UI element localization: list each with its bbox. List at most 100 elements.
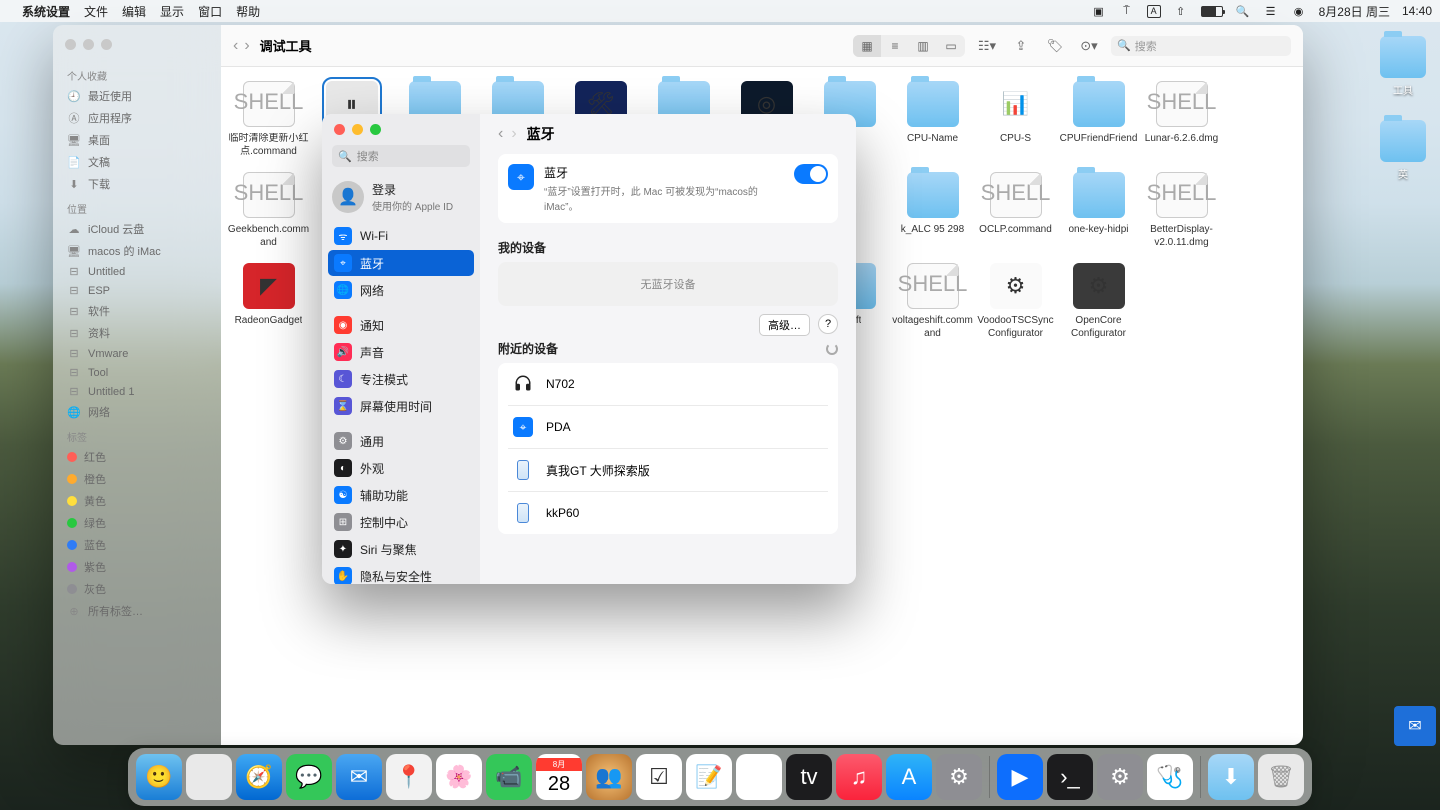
zoom-button[interactable]	[370, 124, 381, 135]
view-switcher[interactable]: ▦ ≡ ▥ ▭	[853, 35, 965, 57]
list-view-button[interactable]: ≡	[881, 35, 909, 57]
dock-facetime[interactable]: 📹	[486, 754, 532, 800]
nearby-device[interactable]: 真我GT 大师探索版	[508, 449, 828, 492]
nearby-device[interactable]: N702	[508, 363, 828, 406]
sidebar-item[interactable]: ⊟Untitled	[53, 262, 221, 281]
settings-row[interactable]: ⚙通用	[328, 428, 474, 454]
menubar-app[interactable]: 系统设置	[22, 3, 70, 20]
dock-launchpad[interactable]	[186, 754, 232, 800]
menu-help[interactable]: 帮助	[236, 3, 260, 20]
settings-row[interactable]: ⊞控制中心	[328, 509, 474, 535]
settings-row[interactable]: 🔊声音	[328, 339, 474, 365]
dock-app-3[interactable]: 🩺	[1147, 754, 1193, 800]
settings-row[interactable]: 🌐网络	[328, 277, 474, 303]
input-source-icon[interactable]: A	[1147, 5, 1161, 18]
desktop-folder-2[interactable]: 英	[1370, 120, 1436, 181]
dock-terminal[interactable]: ›_	[1047, 754, 1093, 800]
finder-item[interactable]: SHELL临时清除更新小红点.command	[227, 81, 310, 158]
sidebar-item[interactable]: 🖥桌面	[53, 129, 221, 151]
menu-window[interactable]: 窗口	[198, 3, 222, 20]
spotlight-icon[interactable]: 🔍	[1235, 4, 1251, 18]
menubar-extra-3[interactable]: ◉	[1291, 4, 1307, 18]
close-button[interactable]	[334, 124, 345, 135]
column-view-button[interactable]: ▥	[909, 35, 937, 57]
sidebar-tag[interactable]: 黄色	[53, 490, 221, 512]
dock-app-2[interactable]: ⚙	[1097, 754, 1143, 800]
menubar-extra-2[interactable]: ⇧	[1173, 4, 1189, 18]
dock-tv[interactable]: tv	[786, 754, 832, 800]
settings-row[interactable]: ☾专注模式	[328, 366, 474, 392]
back-button[interactable]: ‹	[233, 37, 238, 55]
settings-row[interactable]: ⌖蓝牙	[328, 250, 474, 276]
dock-calendar[interactable]: 8月 28	[536, 754, 582, 800]
sidebar-tag[interactable]: 紫色	[53, 556, 221, 578]
finder-item[interactable]: ⚙OpenCore Configurator	[1057, 263, 1140, 340]
dock-music[interactable]: ♫	[836, 754, 882, 800]
sidebar-item[interactable]: ⊟软件	[53, 300, 221, 322]
settings-row[interactable]: ◐外观	[328, 455, 474, 481]
dock-appstore[interactable]: A	[886, 754, 932, 800]
finder-item[interactable]: CPU-Name	[891, 81, 974, 158]
sidebar-item[interactable]: ⊟ESP	[53, 281, 221, 300]
settings-search[interactable]: 🔍 搜索	[332, 145, 470, 167]
sidebar-item[interactable]: 🖥macos 的 iMac	[53, 240, 221, 262]
group-button[interactable]: ☷▾	[975, 35, 999, 57]
sidebar-tag[interactable]: 灰色	[53, 578, 221, 600]
sidebar-tag[interactable]: 红色	[53, 446, 221, 468]
forward-button[interactable]: ›	[244, 37, 249, 55]
dock-notes[interactable]: 📝	[686, 754, 732, 800]
nearby-device[interactable]: kkP60	[508, 492, 828, 534]
dock-mail[interactable]: ✉	[336, 754, 382, 800]
menu-edit[interactable]: 编辑	[122, 3, 146, 20]
settings-row[interactable]: ᯤWi-Fi	[328, 223, 474, 249]
sidebar-item[interactable]: ⊟资料	[53, 322, 221, 344]
control-center-icon[interactable]: ☰	[1263, 4, 1279, 18]
dock-trash[interactable]: 🗑	[1258, 754, 1304, 800]
gallery-view-button[interactable]: ▭	[937, 35, 965, 57]
finder-item[interactable]: SHELLLunar-6.2.6.dmg	[1140, 81, 1223, 158]
finder-item[interactable]: ⚙VoodooTSCSync Configurator	[974, 263, 1057, 340]
finder-search[interactable]: 🔍 搜索	[1111, 36, 1291, 56]
battery-icon[interactable]	[1201, 6, 1223, 17]
sidebar-item[interactable]: 🕘最近使用	[53, 85, 221, 107]
settings-row[interactable]: ◉通知	[328, 312, 474, 338]
finder-item[interactable]: ◤RadeonGadget	[227, 263, 310, 340]
menu-view[interactable]: 显示	[160, 3, 184, 20]
dock-app-1[interactable]: ▶	[997, 754, 1043, 800]
settings-row[interactable]: ⌛屏幕使用时间	[328, 393, 474, 419]
close-button[interactable]	[65, 39, 76, 50]
dock-messages[interactable]: 💬	[286, 754, 332, 800]
dock-maps[interactable]: 📍	[386, 754, 432, 800]
sidebar-tag[interactable]: 蓝色	[53, 534, 221, 556]
sidebar-item[interactable]: ⊟Tool	[53, 363, 221, 382]
dock-contacts[interactable]: 👥	[586, 754, 632, 800]
back-button[interactable]: ‹	[498, 125, 503, 143]
dock-reminders[interactable]: ☑	[636, 754, 682, 800]
dock-system-settings[interactable]: ⚙	[936, 754, 982, 800]
menubar-script-icon[interactable]: ⍑	[1119, 4, 1135, 18]
menubar-extra-1[interactable]: ▣	[1091, 4, 1107, 18]
settings-row[interactable]: ☯辅助功能	[328, 482, 474, 508]
sidebar-tag[interactable]: 绿色	[53, 512, 221, 534]
minimize-button[interactable]	[352, 124, 363, 135]
advanced-button[interactable]: 高级…	[759, 314, 810, 336]
zoom-button[interactable]	[101, 39, 112, 50]
dock-photos[interactable]: 🌸	[436, 754, 482, 800]
sidebar-item[interactable]: ⊟Vmware	[53, 344, 221, 363]
share-button[interactable]: ⇪	[1009, 35, 1033, 57]
sidebar-item[interactable]: 🌐网络	[53, 401, 221, 423]
menu-file[interactable]: 文件	[84, 3, 108, 20]
sidebar-item[interactable]: Ⓐ应用程序	[53, 107, 221, 129]
apple-id-signin[interactable]: 👤 登录 使用你的 Apple ID	[322, 175, 480, 223]
finder-item[interactable]: SHELLGeekbench.command	[227, 172, 310, 249]
desktop-widget[interactable]: ✉	[1394, 706, 1436, 746]
nearby-device[interactable]: ⌖PDA	[508, 406, 828, 449]
sidebar-item[interactable]: ☁iCloud 云盘	[53, 218, 221, 240]
sidebar-item[interactable]: ⊟Untitled 1	[53, 382, 221, 401]
help-button[interactable]: ?	[818, 314, 838, 334]
sidebar-tag[interactable]: ⊕所有标签…	[53, 600, 221, 622]
dock-freeform[interactable]: 〰	[736, 754, 782, 800]
finder-item[interactable]: SHELLBetterDisplay-v2.0.11.dmg	[1140, 172, 1223, 249]
menubar-time[interactable]: 14:40	[1402, 4, 1432, 18]
menubar-date[interactable]: 8月28日 周三	[1319, 3, 1390, 20]
